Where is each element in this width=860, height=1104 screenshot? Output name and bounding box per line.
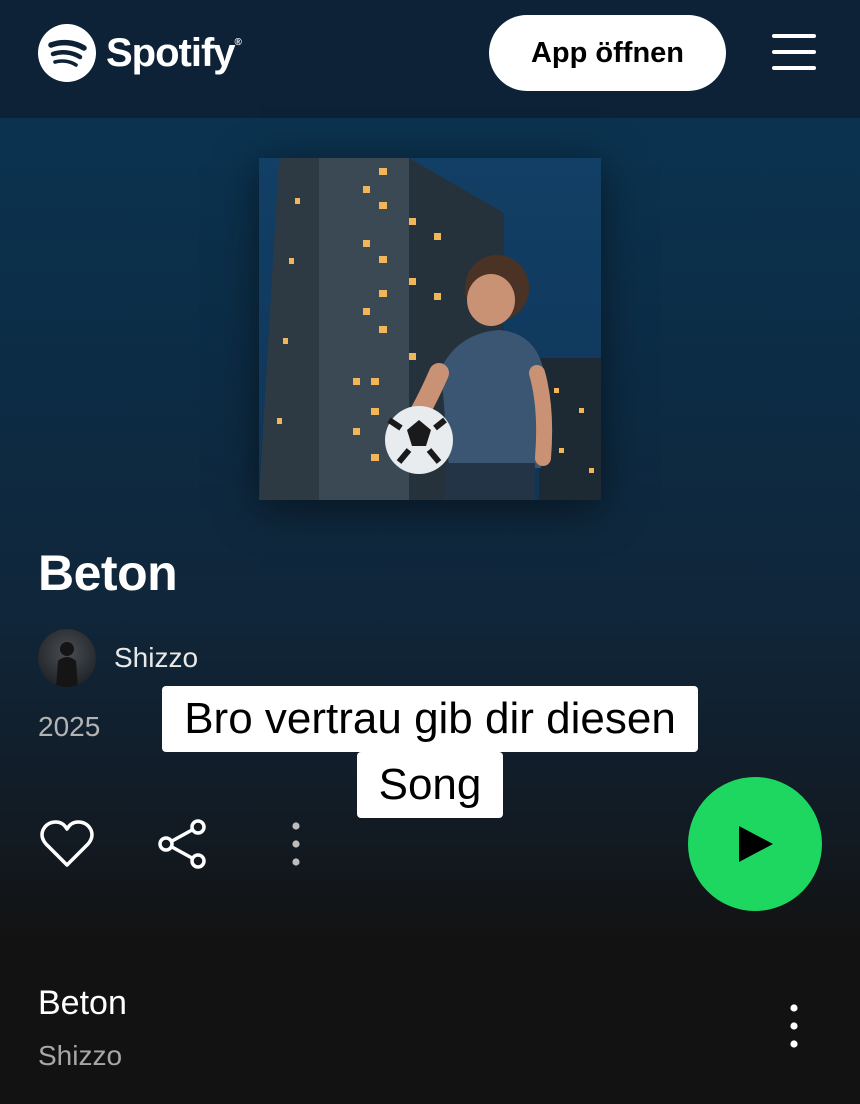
artist-link[interactable]: Shizzo: [114, 642, 198, 674]
caption-line-1: Bro vertrau gib dir diesen: [162, 686, 698, 752]
caption-line-2: Song: [356, 752, 504, 818]
artist-row[interactable]: Shizzo: [38, 629, 198, 687]
track-title: Beton: [38, 984, 127, 1022]
share-icon[interactable]: [156, 818, 208, 870]
track-more-options-icon[interactable]: [782, 1002, 806, 1050]
track-row[interactable]: Beton Shizzo: [0, 960, 860, 1104]
more-vertical-icon[interactable]: [284, 820, 308, 868]
album-cover: [259, 158, 601, 500]
top-bar: Spotify® App öffnen: [0, 0, 860, 118]
artist-avatar[interactable]: [38, 629, 96, 687]
brand-name: Spotify®: [106, 30, 242, 75]
heart-outline-icon[interactable]: [38, 815, 96, 873]
spotify-logo-icon: [38, 24, 96, 82]
play-icon: [739, 826, 773, 862]
hamburger-menu-icon[interactable]: [772, 32, 816, 72]
open-app-button[interactable]: App öffnen: [489, 15, 726, 91]
play-button[interactable]: [688, 777, 822, 911]
track-artist[interactable]: Shizzo: [38, 1040, 122, 1072]
spotify-logo[interactable]: Spotify®: [38, 24, 242, 82]
release-title: Beton: [38, 545, 178, 601]
